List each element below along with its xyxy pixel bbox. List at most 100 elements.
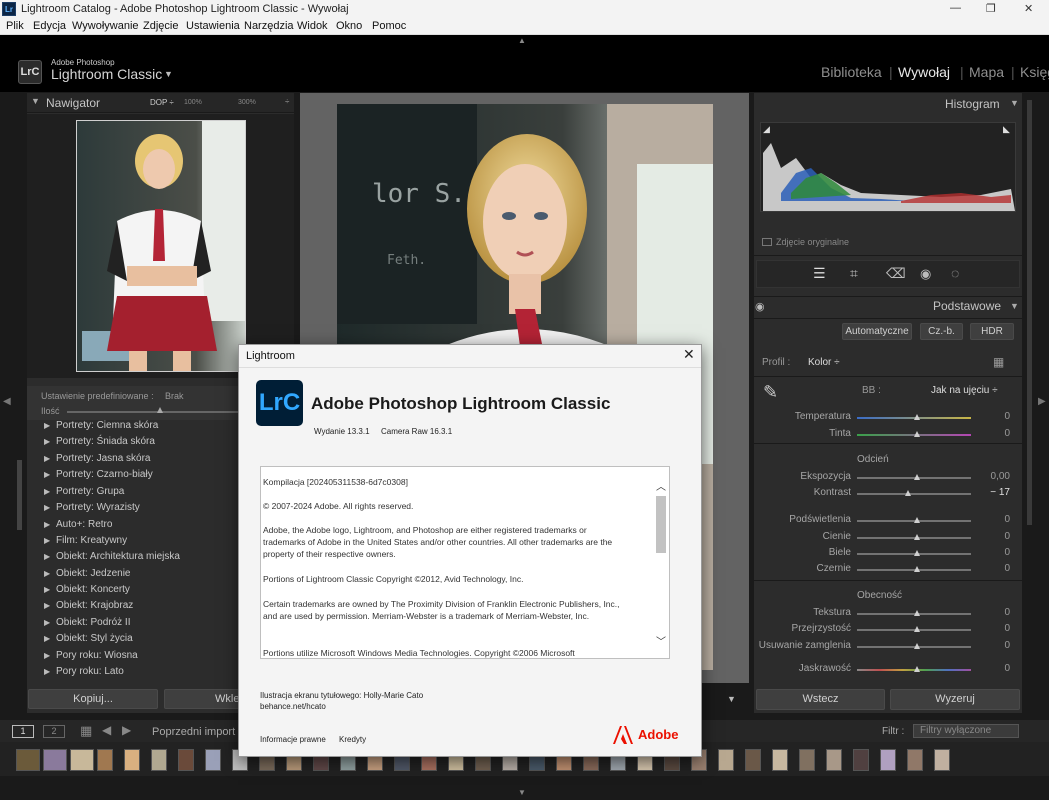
preset-item[interactable]: ▶ Pory roku: Wiosna: [27, 650, 267, 666]
right-panel-toggle-icon[interactable]: ▶: [1038, 396, 1046, 407]
expand-triangle-icon[interactable]: ▶: [44, 536, 50, 545]
filmstrip-source[interactable]: Poprzedni import: [152, 726, 235, 738]
forward-arrow-icon[interactable]: ▶: [122, 723, 131, 737]
masking-icon[interactable]: ◌: [951, 265, 959, 281]
filmstrip-thumbnail[interactable]: [16, 749, 40, 771]
menu-zdjecie[interactable]: Zdjęcie: [143, 20, 178, 32]
hdr-button[interactable]: HDR: [970, 323, 1014, 340]
expand-triangle-icon[interactable]: ▶: [44, 601, 50, 610]
slider-value[interactable]: 0: [980, 607, 1010, 618]
slider-track[interactable]: [857, 431, 971, 437]
filter-dropdown[interactable]: Filtry wyłączone: [913, 724, 1019, 738]
previous-button[interactable]: Wstecz: [756, 689, 885, 710]
menu-wywolywanie[interactable]: Wywoływanie: [72, 20, 139, 32]
preset-item[interactable]: ▶ Portrety: Czarno-biały: [27, 469, 267, 485]
scroll-thumb[interactable]: [656, 496, 666, 553]
splash-link[interactable]: behance.net/hcato: [260, 702, 326, 711]
menu-pomoc[interactable]: Pomoc: [372, 20, 406, 32]
filmstrip-thumbnail[interactable]: [205, 749, 221, 771]
slider-knob[interactable]: [914, 626, 920, 632]
module-ksiega[interactable]: Księg: [1020, 64, 1049, 80]
filmstrip-thumbnail[interactable]: [97, 749, 113, 771]
slider-knob[interactable]: [914, 566, 920, 572]
left-panel-toggle-icon[interactable]: ◀: [3, 396, 11, 407]
slider-knob[interactable]: [914, 666, 920, 672]
screen1-button[interactable]: 1: [12, 725, 34, 738]
dialog-close-icon[interactable]: ✕: [683, 346, 695, 363]
module-biblioteka[interactable]: Biblioteka: [821, 64, 882, 80]
slider-knob[interactable]: [914, 414, 920, 420]
preset-item[interactable]: ▶ Obiekt: Styl życia: [27, 633, 267, 649]
profile-dropdown[interactable]: Kolor ÷: [808, 357, 840, 368]
filmstrip-thumbnail[interactable]: [124, 749, 140, 771]
filmstrip-thumbnail[interactable]: [799, 749, 815, 771]
filmstrip-thumbnail[interactable]: [178, 749, 194, 771]
menu-plik[interactable]: Plik: [6, 20, 24, 32]
slider-track[interactable]: [857, 666, 971, 672]
slider-value[interactable]: 0: [980, 563, 1010, 574]
filmstrip-thumbnail[interactable]: [772, 749, 788, 771]
slider-knob[interactable]: [914, 550, 920, 556]
slider-value[interactable]: 0: [980, 514, 1010, 525]
slider-track[interactable]: [857, 414, 971, 420]
maximize-button[interactable]: ❐: [986, 2, 996, 15]
slider-track[interactable]: [857, 610, 971, 616]
preset-item[interactable]: ▶ Portrety: Wyrazisty: [27, 502, 267, 518]
slider-track[interactable]: [857, 517, 971, 523]
slider-value[interactable]: 0,00: [980, 471, 1010, 482]
collapse-bottom-arrow-icon[interactable]: ▼: [518, 788, 526, 797]
wb-picker-icon[interactable]: ✎: [763, 382, 778, 403]
filmstrip-thumbnail[interactable]: [70, 749, 94, 771]
panel-visibility-eye-icon[interactable]: ◉: [755, 300, 765, 313]
legal-link[interactable]: Informacje prawne: [260, 735, 326, 744]
zoom-more[interactable]: ÷: [285, 97, 289, 106]
bw-button[interactable]: Cz.-b.: [920, 323, 963, 340]
redeye-icon[interactable]: ◉: [920, 266, 931, 282]
scroll-up-icon[interactable]: ︿: [656, 478, 666, 493]
right-scrollbar[interactable]: [1027, 100, 1032, 525]
profile-browser-icon[interactable]: ▦: [993, 355, 1004, 369]
amount-slider-knob[interactable]: [157, 407, 163, 413]
slider-value[interactable]: 0: [980, 640, 1010, 651]
grid-icon[interactable]: ▦: [80, 723, 92, 739]
preset-item[interactable]: ▶ Portrety: Śniada skóra: [27, 436, 267, 452]
expand-triangle-icon[interactable]: ▶: [44, 634, 50, 643]
heal-icon[interactable]: ⌫: [886, 265, 906, 282]
slider-knob[interactable]: [914, 474, 920, 480]
original-photo-checkbox[interactable]: [762, 238, 772, 246]
slider-value[interactable]: 0: [980, 428, 1010, 439]
histogram-graph[interactable]: [760, 122, 1016, 212]
menu-widok[interactable]: Widok: [297, 20, 328, 32]
preset-item[interactable]: ▶ Film: Kreatywny: [27, 535, 267, 551]
slider-value[interactable]: 0: [980, 623, 1010, 634]
zoom-300[interactable]: 300%: [238, 99, 256, 106]
slider-value[interactable]: 0: [980, 663, 1010, 674]
slider-value[interactable]: 0: [980, 547, 1010, 558]
slider-track[interactable]: [857, 566, 971, 572]
auto-button[interactable]: Automatyczne: [842, 323, 912, 340]
expand-triangle-icon[interactable]: ▶: [44, 585, 50, 594]
filmstrip-thumbnail[interactable]: [934, 749, 950, 771]
menu-ustawienia[interactable]: Ustawienia: [186, 20, 240, 32]
filmstrip-thumbnail[interactable]: [43, 749, 67, 771]
shadow-clipping-icon[interactable]: ◢: [763, 124, 770, 135]
slider-knob[interactable]: [914, 534, 920, 540]
expand-triangle-icon[interactable]: ▶: [44, 569, 50, 578]
close-window-button[interactable]: ✕: [1024, 2, 1033, 15]
module-wywolaj[interactable]: Wywołaj: [898, 64, 950, 80]
menu-edycja[interactable]: Edycja: [33, 20, 66, 32]
zoom-fit[interactable]: DOP ÷: [150, 98, 174, 107]
basic-collapse-icon[interactable]: ▼: [1010, 301, 1019, 311]
slider-track[interactable]: [857, 626, 971, 632]
slider-track[interactable]: [857, 534, 971, 540]
slider-track[interactable]: [857, 490, 971, 496]
preset-item[interactable]: ▶ Obiekt: Koncerty: [27, 584, 267, 600]
identity-dropdown-icon[interactable]: ▼: [164, 69, 173, 79]
expand-triangle-icon[interactable]: ▶: [44, 470, 50, 479]
slider-knob[interactable]: [905, 490, 911, 496]
zoom-100[interactable]: 100%: [184, 99, 202, 106]
left-scrollbar[interactable]: [17, 460, 22, 530]
license-textbox[interactable]: Kompilacja [202405311538-6d7c0308] © 200…: [260, 466, 670, 659]
filmstrip-thumbnail[interactable]: [907, 749, 923, 771]
reset-button[interactable]: Wyzeruj: [890, 689, 1020, 710]
